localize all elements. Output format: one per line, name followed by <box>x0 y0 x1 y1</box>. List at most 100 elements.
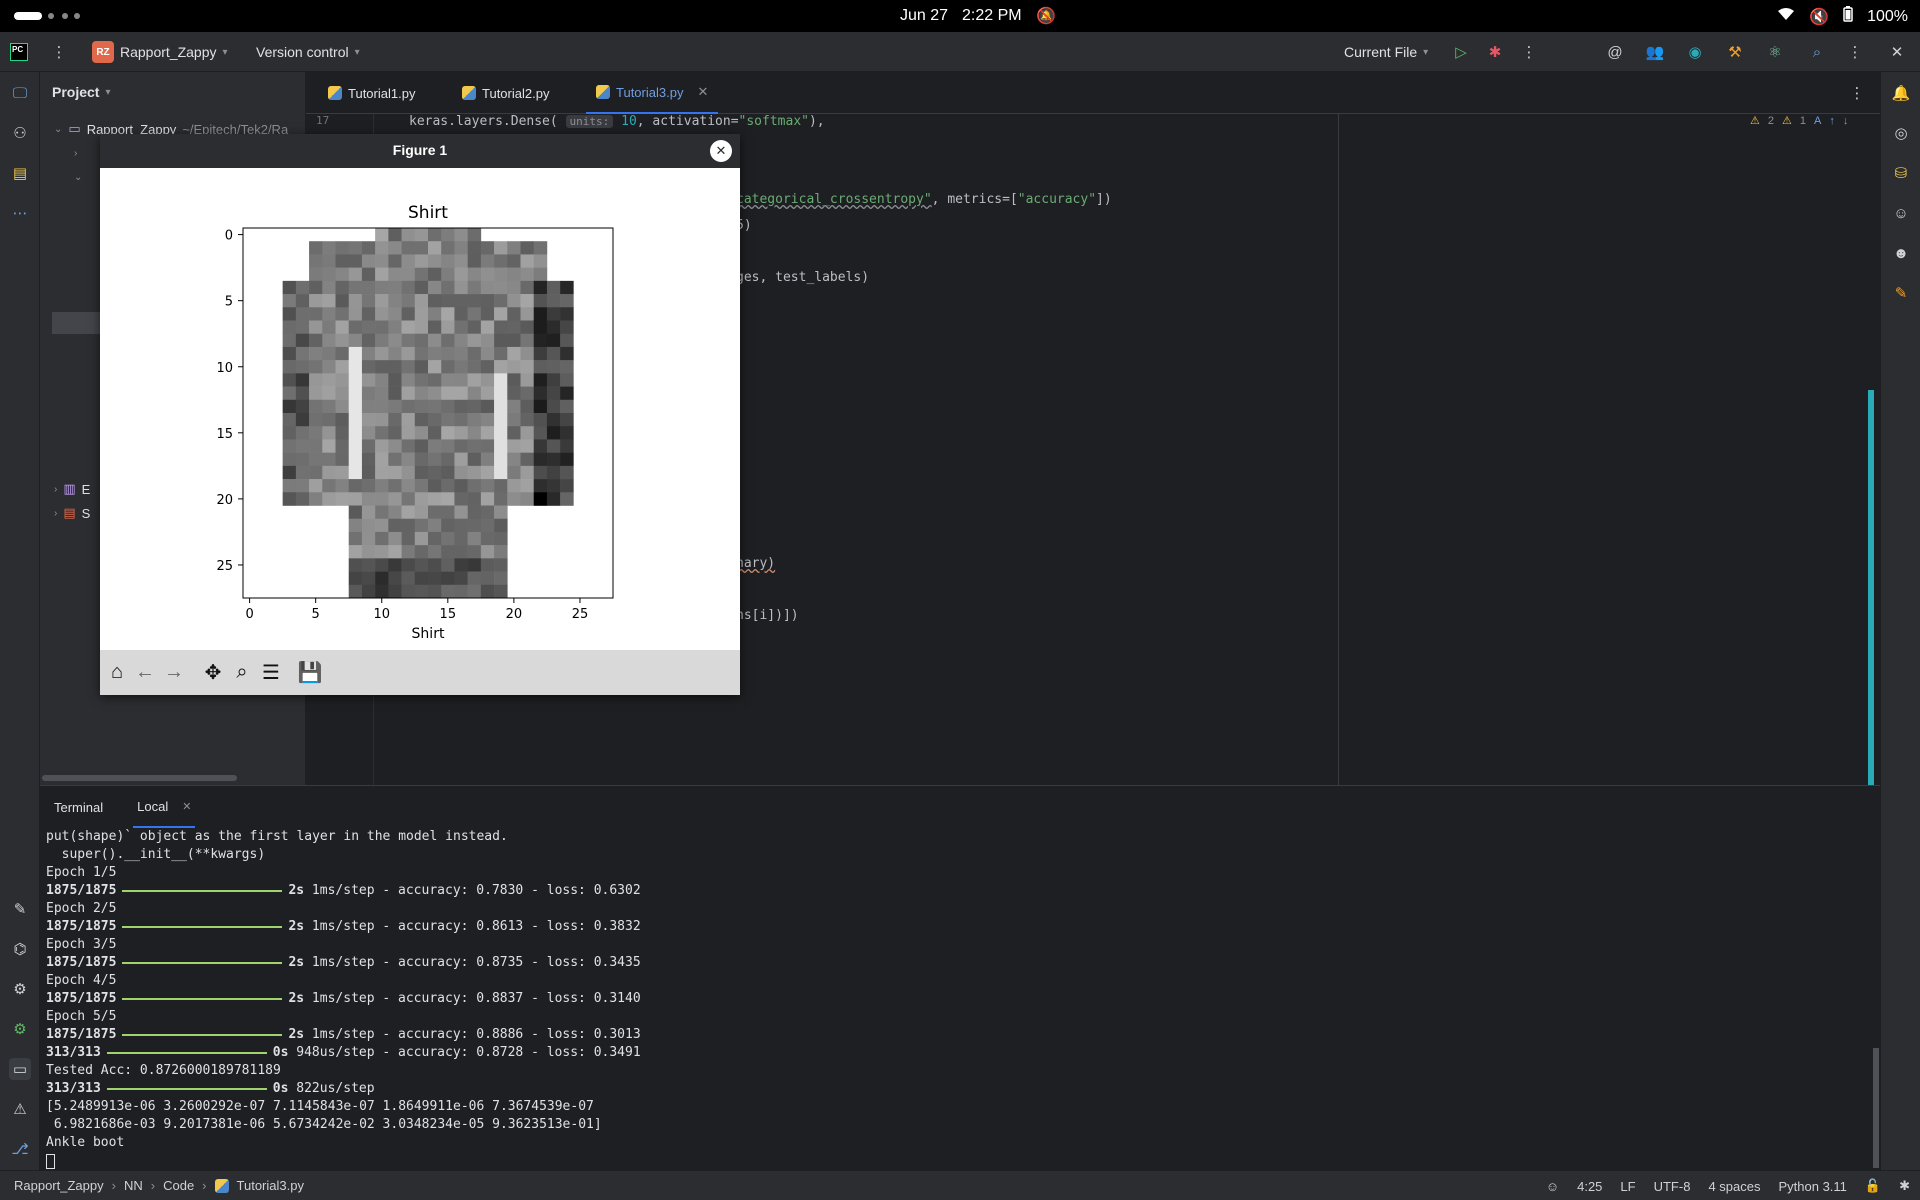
step-count: 1875/1875 <box>46 883 117 898</box>
home-icon[interactable]: ⌂ <box>106 661 128 683</box>
warning-count: 2 <box>1767 114 1774 127</box>
code-line-evaluate: ges, test_labels) <box>736 270 869 285</box>
pixel-cell <box>507 360 521 374</box>
ai-chat-icon[interactable]: ◎ <box>1890 122 1912 144</box>
breadcrumb-item[interactable]: NN <box>124 1178 143 1193</box>
pixel-cell <box>335 373 350 387</box>
python-console-icon[interactable]: ⌬ <box>9 938 31 960</box>
chevron-down-icon: ▾ <box>222 46 228 58</box>
notifications-icon[interactable]: 🔔 <box>1890 82 1912 104</box>
terminal-output[interactable]: put(shape)` object as the first layer in… <box>46 828 1880 1169</box>
figure-titlebar[interactable]: Figure 1 ✕ <box>100 134 740 168</box>
pixel-cell <box>454 267 468 282</box>
tab-tutorial2[interactable]: Tutorial2.py <box>452 72 559 114</box>
figure-close-button[interactable]: ✕ <box>710 140 732 162</box>
forward-arrow-icon[interactable]: → <box>163 661 185 683</box>
close-tab-icon[interactable]: ✕ <box>697 84 708 100</box>
wifi-icon <box>1777 7 1795 26</box>
tab-options-icon[interactable]: ⋮ <box>1846 82 1868 104</box>
pixel-cell <box>454 333 468 348</box>
close-window-button[interactable]: ✕ <box>1886 32 1908 72</box>
copilot-icon[interactable]: ☺ <box>1890 202 1912 224</box>
build-icon[interactable]: ✎ <box>9 898 31 920</box>
pan-icon[interactable]: ✥ <box>202 661 224 684</box>
ai-assistant-button[interactable]: @ <box>1604 32 1626 72</box>
pixel-cell <box>467 505 482 520</box>
pixel-cell <box>467 294 482 308</box>
pixel-cell <box>494 320 508 335</box>
arrow-down-icon[interactable]: ↓ <box>1843 115 1849 127</box>
pixel-cell <box>282 294 297 308</box>
run-config-selector[interactable]: Current File ▾ <box>1344 32 1428 72</box>
tree-item[interactable]: › <box>74 142 77 164</box>
tab-tutorial3[interactable]: Tutorial3.py ✕ <box>586 72 719 114</box>
project-switcher[interactable]: RZ Rapport_Zappy ▾ <box>92 32 228 72</box>
plugin-button[interactable]: ◉ <box>1684 32 1706 72</box>
project-view-icon[interactable]: 🖵 <box>9 82 31 104</box>
search-everywhere-button[interactable]: ⌕ <box>1806 32 1828 72</box>
memory-indicator-icon[interactable]: ✱ <box>1899 1178 1910 1194</box>
inspection-widget[interactable]: ⚠ 2 ⚠ 1 A ↑ ↓ <box>1750 114 1849 128</box>
atom-plugin-button[interactable]: ⚛ <box>1764 32 1786 72</box>
more-actions-button[interactable]: ⋮ <box>1518 32 1540 72</box>
pixel-cell <box>388 452 402 467</box>
pixel-cell <box>467 518 482 533</box>
pixel-cell <box>295 439 310 453</box>
pixel-cell <box>309 254 323 268</box>
back-arrow-icon[interactable]: ← <box>134 661 156 683</box>
copilot-status-icon[interactable]: ☺ <box>1546 1179 1559 1194</box>
tab-local[interactable]: Local ✕ <box>133 786 196 828</box>
pixel-cell <box>467 426 482 440</box>
breadcrumb-item[interactable]: Code <box>163 1178 194 1193</box>
database-icon[interactable]: ⛁ <box>1890 162 1912 184</box>
more-tools-icon[interactable]: ⋯ <box>9 202 31 224</box>
horizontal-scrollbar[interactable] <box>42 775 237 781</box>
tree-item[interactable]: ⌄ <box>74 166 82 188</box>
main-menu-button[interactable]: ⋮ <box>48 32 70 72</box>
breadcrumb-item[interactable]: Rapport_Zappy <box>14 1178 104 1193</box>
terminal-cursor[interactable] <box>46 1154 55 1169</box>
tree-item[interactable]: › ▥ E <box>54 478 90 500</box>
lock-icon[interactable]: 🔓 <box>1865 1178 1881 1194</box>
build-tools-button[interactable]: ⚒ <box>1724 32 1746 72</box>
python-interpreter[interactable]: Python 3.11 <box>1778 1179 1846 1194</box>
pixel-cell <box>361 373 376 387</box>
editor-scrollbar[interactable] <box>1868 390 1874 785</box>
zoom-icon[interactable]: ⌕ <box>231 661 253 683</box>
indent-setting[interactable]: 4 spaces <box>1708 1179 1760 1194</box>
version-control-menu[interactable]: Version control ▾ <box>256 32 360 72</box>
caret-position[interactable]: 4:25 <box>1577 1179 1602 1194</box>
tree-item[interactable]: › ▤ S <box>54 502 90 524</box>
project-panel-header[interactable]: Project ▾ <box>40 72 305 112</box>
settings-gear-icon[interactable]: ⚙ <box>9 1018 31 1040</box>
copilot-chat-icon[interactable]: ☻ <box>1890 242 1912 264</box>
terminal-icon[interactable]: ▭ <box>9 1058 31 1080</box>
tab-tutorial1[interactable]: Tutorial1.py <box>318 72 425 114</box>
settings-menu-button[interactable]: ⋮ <box>1844 32 1866 72</box>
python-packages-icon[interactable]: ⚇ <box>9 122 31 144</box>
pixel-cell <box>282 492 297 506</box>
problems-icon[interactable]: ⚠ <box>9 1098 31 1120</box>
x-tick-label: 10 <box>373 607 390 622</box>
pixel-cell <box>401 386 416 401</box>
save-icon[interactable]: 💾 <box>298 661 323 684</box>
code-with-me-button[interactable]: 👥 <box>1644 32 1666 72</box>
breadcrumb-item[interactable]: Tutorial3.py <box>237 1178 304 1193</box>
close-tab-icon[interactable]: ✕ <box>182 800 191 813</box>
configure-subplots-icon[interactable]: ☰ <box>260 661 282 684</box>
sciview-icon[interactable]: ✎ <box>1890 282 1912 304</box>
services-icon[interactable]: ⚙ <box>9 978 31 1000</box>
structure-icon[interactable]: ▤ <box>9 162 31 184</box>
line-separator[interactable]: LF <box>1620 1179 1635 1194</box>
git-icon[interactable]: ⎇ <box>9 1138 31 1160</box>
pixel-cell <box>348 386 363 401</box>
terminal-scrollbar[interactable] <box>1873 1048 1879 1168</box>
pixel-cell <box>414 531 429 546</box>
arrow-up-icon[interactable]: ↑ <box>1829 115 1835 127</box>
debug-button[interactable]: ✱ <box>1484 32 1506 72</box>
run-button[interactable]: ▷ <box>1450 32 1472 72</box>
file-encoding[interactable]: UTF-8 <box>1654 1179 1691 1194</box>
pixel-cell <box>428 545 442 559</box>
pixel-cell <box>507 479 521 493</box>
close-icon: ✕ <box>1890 44 1904 61</box>
